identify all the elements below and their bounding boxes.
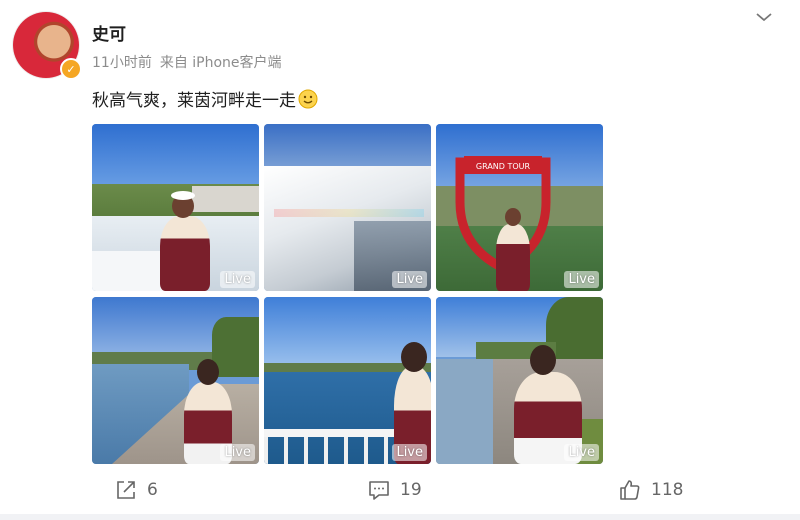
like-button[interactable]: 118	[619, 476, 683, 504]
photo-6[interactable]: Live	[436, 297, 603, 464]
live-badge: Live	[220, 271, 255, 288]
live-badge: Live	[564, 271, 599, 288]
post-meta: 11小时前 来自 iPhone客户端	[92, 52, 282, 72]
frame-sign-text: GRAND TOUR	[476, 162, 531, 171]
verified-badge-icon: ✓	[60, 58, 82, 80]
photo-1[interactable]: Live	[92, 124, 259, 291]
live-badge: Live	[220, 444, 255, 461]
comment-icon	[369, 481, 389, 500]
chevron-down-icon[interactable]	[754, 8, 774, 26]
post-text: 秋高气爽，莱茵河畔走一走	[92, 86, 318, 111]
photo-5[interactable]: Live	[264, 297, 431, 464]
live-badge: Live	[392, 444, 427, 461]
like-count: 118	[651, 480, 684, 500]
share-count: 6	[147, 480, 158, 500]
share-icon	[117, 481, 135, 499]
live-badge: Live	[564, 444, 599, 461]
post-source: 来自 iPhone客户端	[159, 55, 282, 71]
share-button[interactable]: 6	[115, 476, 158, 504]
photo-3[interactable]: GRAND TOUR Live	[436, 124, 603, 291]
comment-count: 19	[400, 480, 422, 500]
photo-2[interactable]: Live	[264, 124, 431, 291]
post-body: 秋高气爽，莱茵河畔走一走	[92, 91, 296, 111]
smiley-emoji	[298, 89, 318, 108]
post-time[interactable]: 11小时前	[92, 55, 152, 71]
action-bar: 6 19 118	[0, 476, 800, 504]
comment-button[interactable]: 19	[368, 476, 422, 504]
live-badge: Live	[392, 271, 427, 288]
photo-4[interactable]: Live	[92, 297, 259, 464]
feed-divider	[0, 514, 800, 520]
thumbs-up-icon	[620, 480, 640, 500]
username[interactable]: 史可	[92, 20, 126, 45]
photo-grid: Live Live GRAND TOUR Live Live Live Live	[92, 124, 603, 464]
